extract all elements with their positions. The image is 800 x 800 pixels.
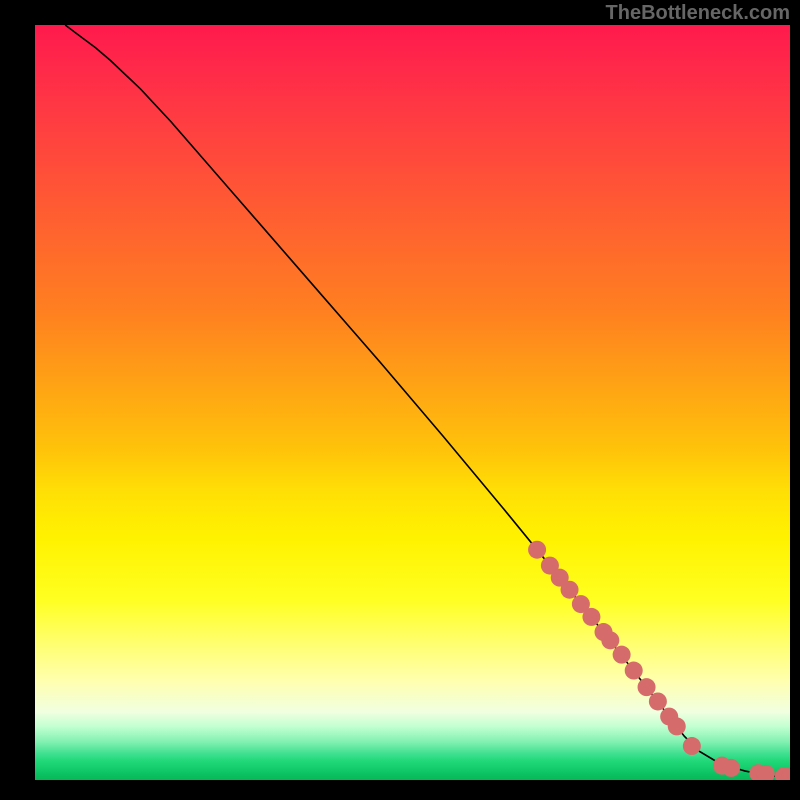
- data-point: [683, 737, 701, 755]
- data-point: [561, 581, 579, 599]
- watermark-text: TheBottleneck.com: [606, 2, 790, 25]
- data-point: [582, 608, 600, 626]
- data-points-group: [528, 541, 790, 780]
- data-point: [625, 662, 643, 680]
- bottleneck-curve-line: [65, 25, 790, 777]
- data-point: [613, 646, 631, 664]
- plot-area: [35, 25, 790, 780]
- data-point: [528, 541, 546, 559]
- chart-container: TheBottleneck.com: [0, 0, 800, 800]
- data-point: [649, 692, 667, 710]
- data-point: [638, 678, 656, 696]
- data-point: [668, 717, 686, 735]
- data-point: [722, 759, 740, 777]
- data-point: [601, 631, 619, 649]
- chart-svg: [35, 25, 790, 780]
